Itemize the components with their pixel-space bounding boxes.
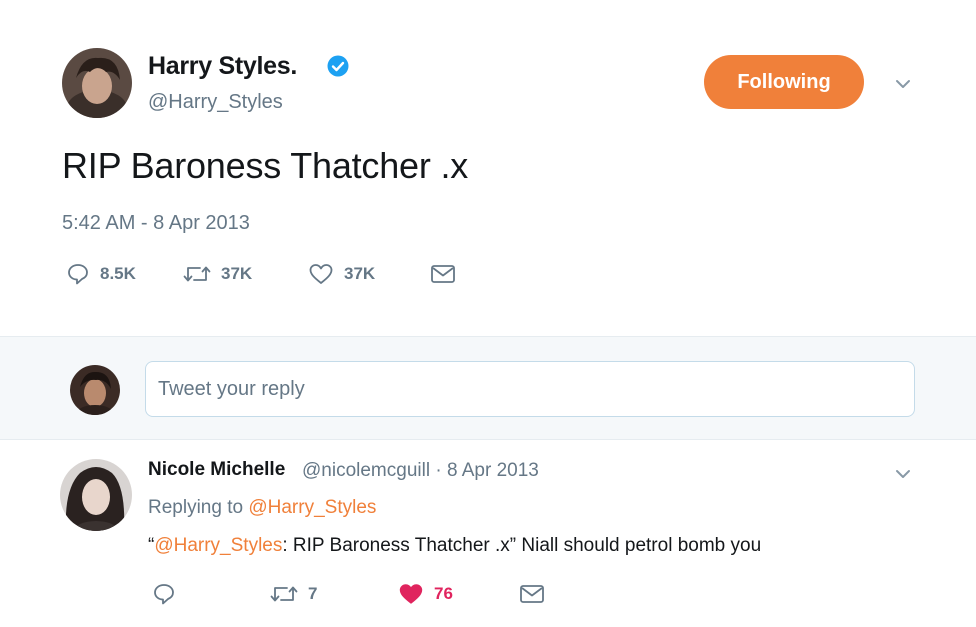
retweet-icon bbox=[183, 266, 211, 282]
reply-text: “@Harry_Styles: RIP Baroness Thatcher .x… bbox=[148, 535, 761, 557]
replying-to-link[interactable]: @Harry_Styles bbox=[248, 497, 376, 518]
reply-tweet: Nicole Michelle @nicolemcguill · 8 Apr 2… bbox=[0, 441, 976, 627]
reply-date[interactable]: 8 Apr 2013 bbox=[447, 460, 539, 481]
tweet-text: RIP Baroness Thatcher .x bbox=[62, 145, 469, 186]
like-count: 37K bbox=[344, 264, 376, 283]
author-name[interactable]: Harry Styles. bbox=[148, 52, 297, 81]
direct-message-action[interactable] bbox=[430, 263, 456, 285]
reply-author-avatar[interactable] bbox=[60, 459, 132, 531]
reply-direct-message-action[interactable] bbox=[519, 583, 545, 605]
heart-filled-icon bbox=[399, 584, 423, 604]
current-user-avatar[interactable] bbox=[70, 365, 120, 415]
envelope-icon bbox=[431, 265, 455, 283]
reply-author-name[interactable]: Nicole Michelle bbox=[148, 459, 285, 481]
retweet-action[interactable]: 37K bbox=[183, 262, 252, 286]
chevron-down-icon[interactable] bbox=[893, 77, 913, 91]
replying-to: Replying to @Harry_Styles bbox=[148, 497, 376, 519]
replying-prefix: Replying to bbox=[148, 497, 249, 518]
reply-count: 8.5K bbox=[100, 264, 136, 283]
reply-reply-action[interactable] bbox=[152, 582, 176, 606]
heart-icon bbox=[309, 264, 333, 284]
author-handle[interactable]: @Harry_Styles bbox=[148, 91, 283, 114]
reply-retweet-count: 7 bbox=[308, 584, 318, 603]
main-tweet: Harry Styles. @Harry_Styles Following RI… bbox=[0, 0, 976, 336]
reply-input[interactable] bbox=[145, 361, 915, 417]
envelope-icon bbox=[520, 585, 544, 603]
tweet-timestamp[interactable]: 5:42 AM - 8 Apr 2013 bbox=[62, 212, 250, 235]
reply-action[interactable]: 8.5K bbox=[66, 262, 136, 286]
retweet-icon bbox=[270, 586, 298, 602]
reply-author-handle[interactable]: @nicolemcguill bbox=[302, 460, 430, 481]
quote-rest: : RIP Baroness Thatcher .x” Niall should… bbox=[282, 535, 762, 556]
reply-icon bbox=[68, 264, 88, 285]
mention-link[interactable]: @Harry_Styles bbox=[154, 535, 282, 556]
meta-separator: · bbox=[430, 460, 447, 481]
reply-like-action[interactable]: 76 bbox=[398, 582, 453, 606]
reply-composer bbox=[0, 336, 976, 440]
like-action[interactable]: 37K bbox=[308, 262, 375, 286]
reply-retweet-action[interactable]: 7 bbox=[270, 582, 317, 606]
verified-badge-icon bbox=[327, 55, 349, 77]
following-button[interactable]: Following bbox=[704, 55, 864, 109]
reply-meta: @nicolemcguill · 8 Apr 2013 bbox=[302, 460, 539, 482]
reply-like-count: 76 bbox=[434, 584, 453, 603]
author-avatar[interactable] bbox=[62, 48, 132, 118]
retweet-count: 37K bbox=[221, 264, 253, 283]
reply-icon bbox=[154, 584, 174, 605]
reply-chevron-down-icon[interactable] bbox=[893, 467, 913, 481]
